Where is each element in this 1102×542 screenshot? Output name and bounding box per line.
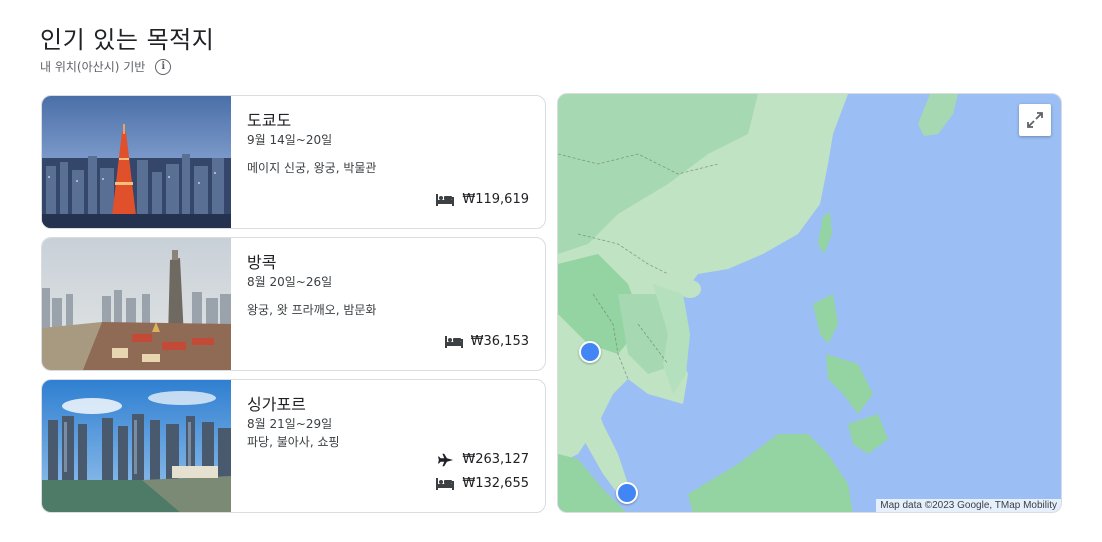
trip-dates: 8월 21일~29일 bbox=[247, 417, 333, 431]
attractions: 메이지 신궁, 왕궁, 박물관 bbox=[247, 161, 377, 175]
hotel-price-row[interactable]: ₩36,153 bbox=[444, 334, 529, 349]
map-canvas bbox=[558, 94, 1061, 512]
destination-info: 도쿄도 9월 14일~20일 메이지 신궁, 왕궁, 박물관 ₩119,619 bbox=[231, 96, 545, 228]
trip-dates: 8월 20일~26일 bbox=[247, 275, 333, 289]
subtitle-row: 내 위치(아산시) 기반 i bbox=[40, 58, 172, 75]
map-pin-singapore[interactable] bbox=[616, 482, 638, 504]
location-subtitle: 내 위치(아산시) 기반 bbox=[40, 60, 146, 74]
destination-name: 싱가포르 bbox=[247, 395, 306, 414]
info-icon[interactable]: i bbox=[155, 58, 172, 75]
destination-info: 방콕 8월 20일~26일 왕궁, 왓 프라깨오, 밤문화 ₩36,153 bbox=[231, 238, 545, 370]
destination-card-bangkok[interactable]: 방콕 8월 20일~26일 왕궁, 왓 프라깨오, 밤문화 ₩36,153 bbox=[41, 237, 546, 371]
map-credit: Map data ©2023 Google, TMap Mobility bbox=[876, 499, 1061, 512]
hotel-icon bbox=[436, 193, 455, 206]
hotel-icon bbox=[444, 335, 463, 348]
expand-icon bbox=[1027, 112, 1043, 128]
attractions: 파당, 불아사, 쇼핑 bbox=[247, 435, 340, 449]
map-pin-bangkok[interactable] bbox=[579, 341, 601, 363]
trip-dates: 9월 14일~20일 bbox=[247, 133, 333, 147]
hotel-price: ₩36,153 bbox=[470, 334, 529, 349]
page-title: 인기 있는 목적지 bbox=[40, 26, 215, 54]
destinations-map[interactable]: Map data ©2023 Google, TMap Mobility bbox=[557, 93, 1062, 513]
expand-map-button[interactable] bbox=[1019, 104, 1051, 136]
attractions: 왕궁, 왓 프라깨오, 밤문화 bbox=[247, 303, 377, 317]
hotel-price: ₩132,655 bbox=[462, 476, 529, 491]
destination-card-singapore[interactable]: 싱가포르 8월 21일~29일 파당, 불아사, 쇼핑 ₩263,127 ₩13… bbox=[41, 379, 546, 513]
flight-price-row[interactable]: ₩263,127 bbox=[438, 452, 529, 467]
destination-info: 싱가포르 8월 21일~29일 파당, 불아사, 쇼핑 ₩263,127 ₩13… bbox=[231, 380, 545, 512]
destination-photo-tokyo bbox=[42, 96, 231, 228]
destination-list: 도쿄도 9월 14일~20일 메이지 신궁, 왕궁, 박물관 ₩119,619 bbox=[41, 95, 546, 513]
hotel-price: ₩119,619 bbox=[462, 192, 529, 207]
flight-icon bbox=[438, 453, 454, 466]
hotel-icon bbox=[436, 477, 455, 490]
hotel-price-row[interactable]: ₩132,655 bbox=[436, 476, 529, 491]
destination-name: 도쿄도 bbox=[247, 111, 292, 130]
destination-photo-bangkok bbox=[42, 238, 231, 370]
hotel-price-row[interactable]: ₩119,619 bbox=[436, 192, 529, 207]
flight-price: ₩263,127 bbox=[462, 452, 529, 467]
destination-photo-singapore bbox=[42, 380, 231, 512]
destination-name: 방콕 bbox=[247, 253, 277, 272]
destination-card-tokyo[interactable]: 도쿄도 9월 14일~20일 메이지 신궁, 왕궁, 박물관 ₩119,619 bbox=[41, 95, 546, 229]
